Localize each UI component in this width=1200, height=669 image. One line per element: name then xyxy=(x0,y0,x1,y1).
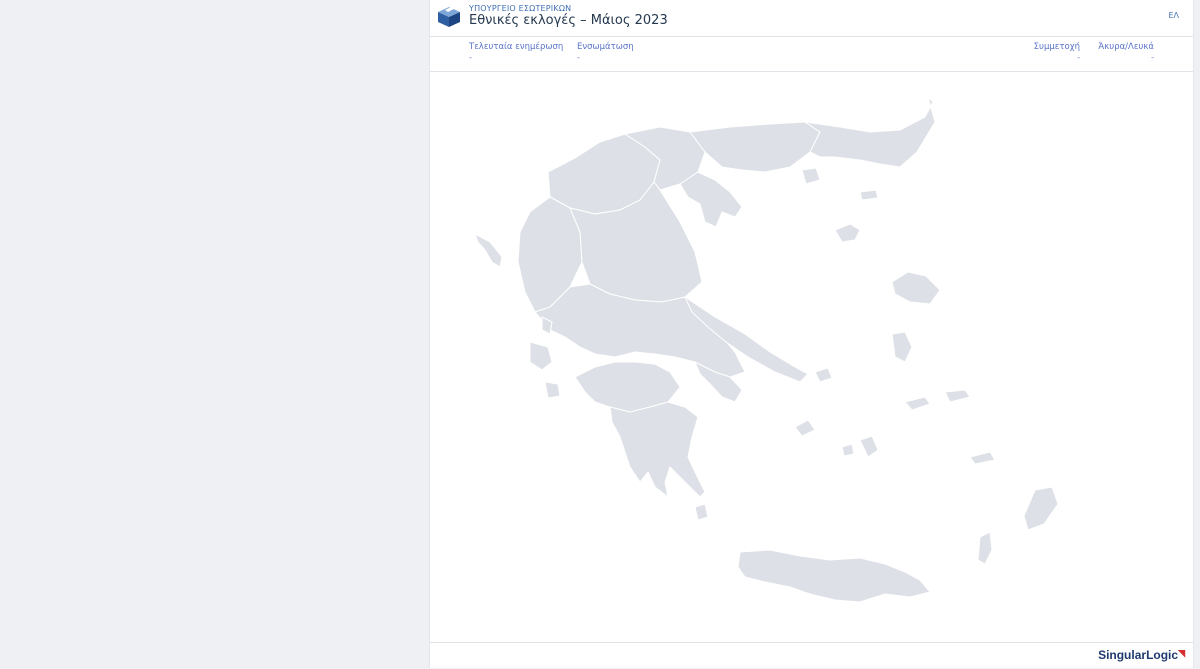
stat-invalid-blank: Άκυρα/Λευκά - xyxy=(1098,42,1154,63)
stat-invalid-blank-value: - xyxy=(1151,53,1154,62)
brand-mark-icon: ◥ xyxy=(1178,648,1185,658)
map-region-corfu[interactable] xyxy=(474,233,503,268)
footer: SingularLogic◥ xyxy=(430,642,1193,669)
map-region-karpathos[interactable] xyxy=(977,531,993,565)
stat-turnout: Συμμετοχή - xyxy=(1034,42,1080,63)
stat-turnout-value: - xyxy=(1077,53,1080,62)
map-region-chalkidiki[interactable] xyxy=(679,171,743,228)
map-region-thasos[interactable] xyxy=(801,167,821,185)
map-region-samothrace[interactable] xyxy=(859,189,879,201)
ballot-box-icon xyxy=(438,7,460,27)
map-region-rhodes[interactable] xyxy=(1023,486,1059,531)
map-region-zakynthos[interactable] xyxy=(544,381,561,399)
map-region-kefalonia[interactable] xyxy=(529,341,553,371)
map-region-andros[interactable] xyxy=(794,419,816,437)
header: ΥΠΟΥΡΓΕΙΟ ΕΣΩΤΕΡΙΚΩΝ Εθνικές εκλογές – Μ… xyxy=(430,0,1193,37)
map-region-ikaria[interactable] xyxy=(904,396,931,411)
map-region-thrace[interactable] xyxy=(804,96,936,168)
map-region-samos[interactable] xyxy=(944,389,971,403)
brand-name: SingularLogic xyxy=(1098,648,1179,662)
results-panel: ΥΠΟΥΡΓΕΙΟ ΕΣΩΤΕΡΙΚΩΝ Εθνικές εκλογές – Μ… xyxy=(429,0,1194,668)
language-switch[interactable]: ΕΛ xyxy=(1168,11,1179,20)
map-region-paros[interactable] xyxy=(841,443,855,457)
stat-turnout-label: Συμμετοχή xyxy=(1033,42,1080,52)
stat-integration-label: Ενσωμάτωση xyxy=(577,42,634,52)
greece-map[interactable] xyxy=(430,72,1195,641)
map-region-naxos[interactable] xyxy=(859,435,879,458)
map-region-kythira[interactable] xyxy=(694,503,709,521)
ministry-name: ΥΠΟΥΡΓΕΙΟ ΕΣΩΤΕΡΙΚΩΝ xyxy=(469,4,572,13)
stat-invalid-blank-label: Άκυρα/Λευκά xyxy=(1098,42,1154,52)
stat-last-update-label: Τελευταία ενημέρωση xyxy=(469,42,564,52)
page-title: Εθνικές εκλογές – Μάιος 2023 xyxy=(469,13,668,28)
stat-last-update-value: - xyxy=(469,53,472,62)
map-region-kos[interactable] xyxy=(969,451,996,465)
stat-integration-value: - xyxy=(577,53,580,62)
map-region-skyros[interactable] xyxy=(814,367,833,383)
map-region-crete[interactable] xyxy=(737,549,931,603)
map-region-peloponnese[interactable] xyxy=(609,401,706,498)
stats-bar: Τελευταία ενημέρωση - Ενσωμάτωση - Συμμε… xyxy=(430,36,1193,72)
stat-last-update: Τελευταία ενημέρωση - xyxy=(469,42,563,63)
singularlogic-logo: SingularLogic◥ xyxy=(1098,648,1185,662)
map-region-limnos[interactable] xyxy=(834,223,861,243)
stat-integration: Ενσωμάτωση - xyxy=(577,42,634,63)
map-region-eastern-macedonia[interactable] xyxy=(689,121,821,173)
map-region-chios[interactable] xyxy=(891,331,913,363)
map-region-lesvos[interactable] xyxy=(891,271,941,305)
